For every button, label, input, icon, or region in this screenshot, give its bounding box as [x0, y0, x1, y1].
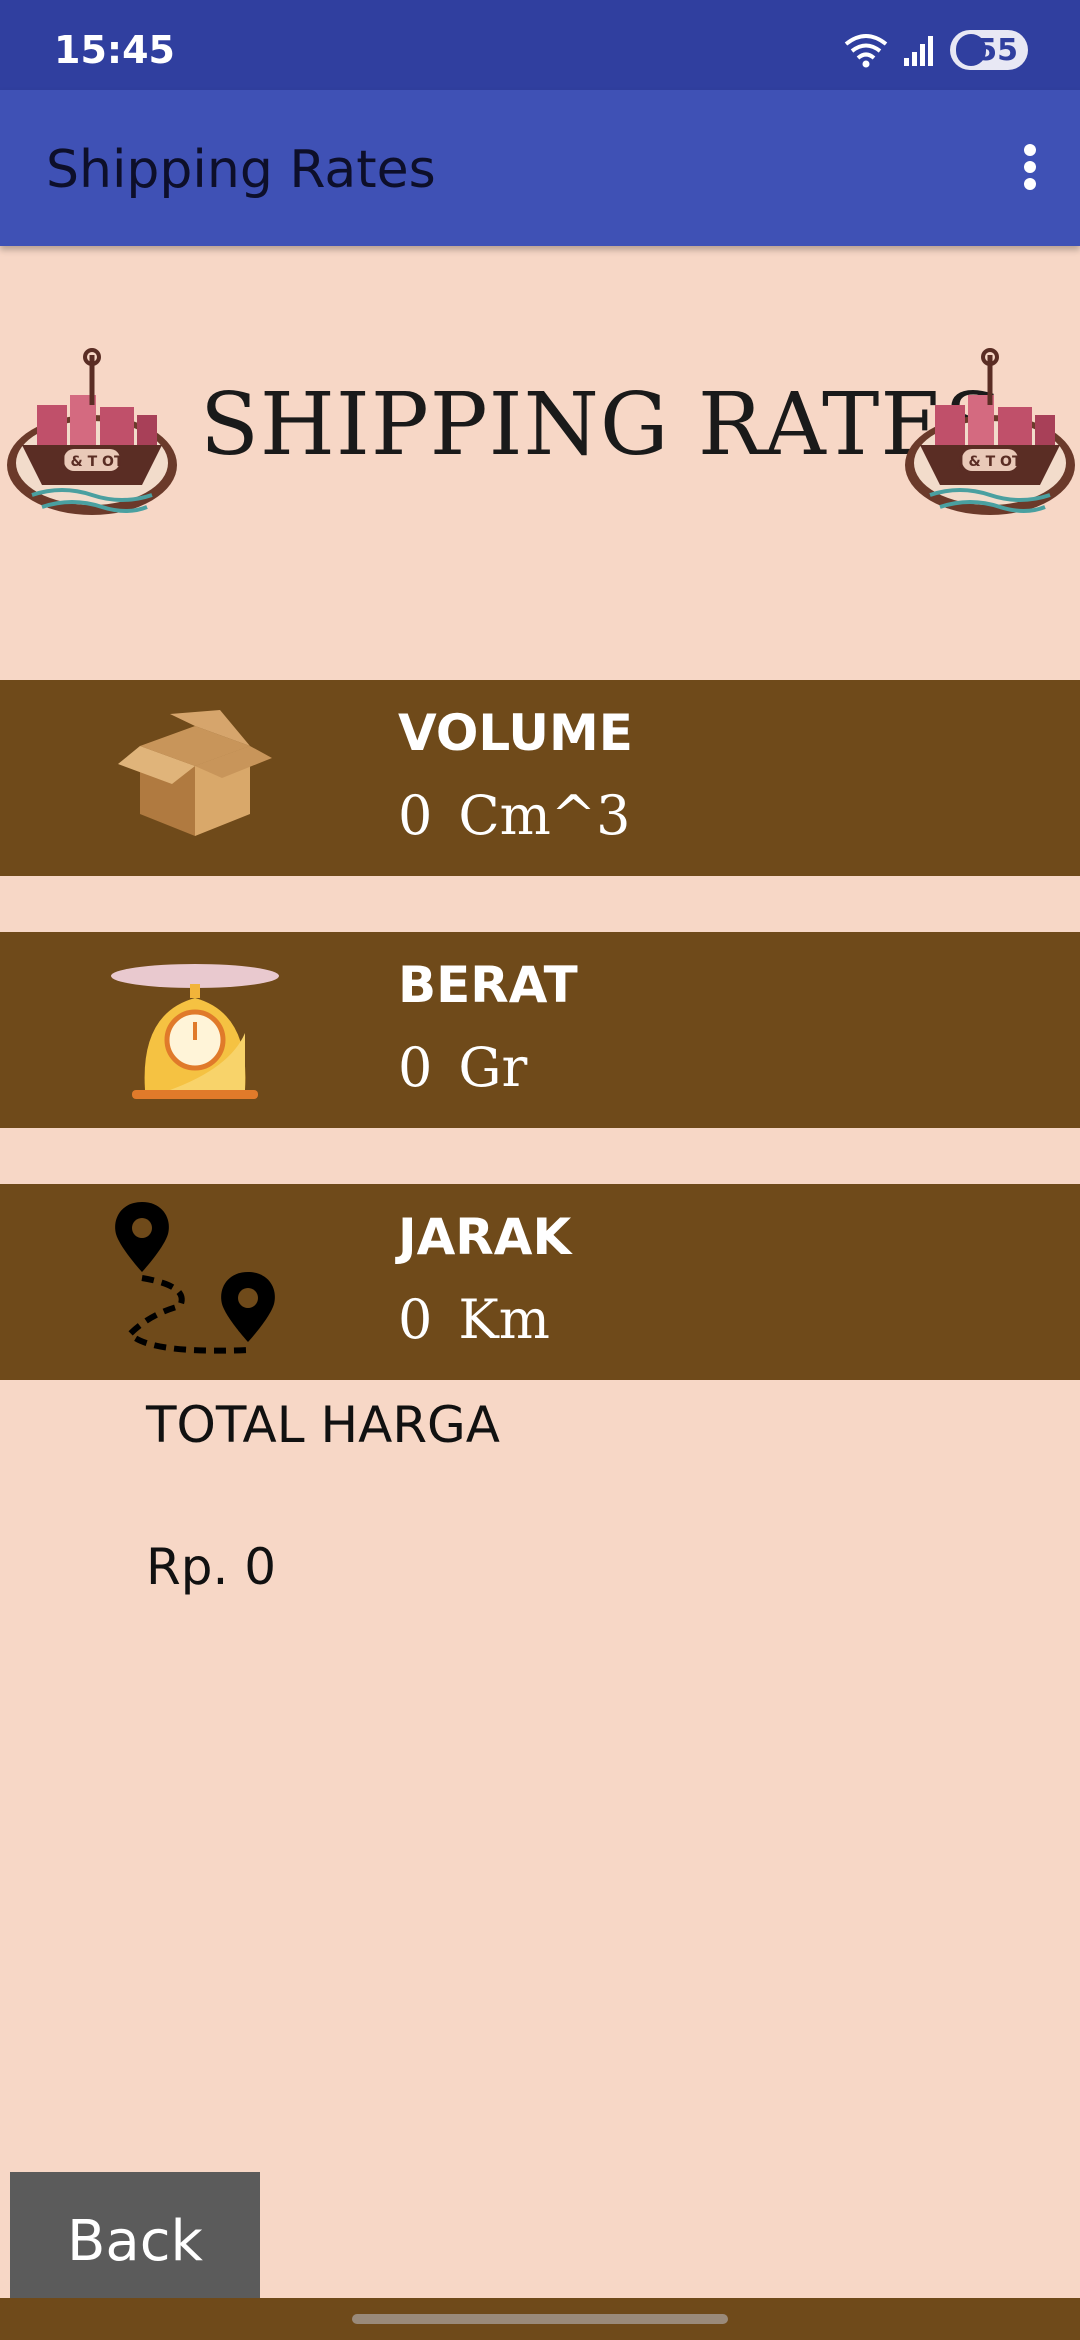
weight-label: BERAT [398, 956, 578, 1014]
app-title: Shipping Rates [46, 140, 436, 200]
header-row: J & T OT SHIPPING RATES J & T OT [0, 345, 1080, 535]
ship-logo-icon: J & T OT [905, 348, 1075, 515]
total-value: Rp. 0 [146, 1538, 277, 1596]
weight-unit: Gr [458, 1036, 528, 1099]
distance-row[interactable]: JARAK 0 Km [0, 1184, 1080, 1380]
volume-label: VOLUME [398, 704, 633, 762]
distance-label: JARAK [398, 1208, 572, 1266]
signal-icon [904, 36, 933, 66]
status-bar: 15:45 55 [0, 0, 1080, 90]
route-pin-icon [115, 1202, 275, 1354]
scale-icon [111, 964, 279, 1099]
weight-value-group: 0 Gr [398, 1036, 527, 1099]
volume-value: 0 [398, 784, 433, 847]
volume-unit: Cm^3 [458, 784, 631, 847]
distance-unit: Km [458, 1288, 550, 1351]
wifi-icon [844, 34, 888, 68]
app-bar: Shipping Rates [0, 90, 1080, 246]
total-label: TOTAL HARGA [146, 1396, 501, 1454]
distance-value-group: 0 Km [398, 1288, 550, 1351]
svg-text:J & T OT: J & T OT [59, 454, 123, 470]
more-vert-icon[interactable] [1010, 140, 1050, 200]
weight-value: 0 [398, 1036, 433, 1099]
battery-icon: 55 [950, 30, 1028, 70]
ship-logo-icon: J & T OT [7, 348, 177, 515]
battery-saver-icon [956, 34, 986, 66]
page-title: SHIPPING RATES [200, 375, 1005, 475]
status-time: 15:45 [54, 28, 175, 72]
distance-value: 0 [398, 1288, 433, 1351]
volume-value-group: 0 Cm^3 [398, 784, 630, 847]
status-icons: 55 [844, 28, 1028, 72]
back-button[interactable]: Back [10, 2172, 260, 2302]
weight-row[interactable]: BERAT 0 Gr [0, 932, 1080, 1128]
box-icon [118, 710, 272, 836]
navigation-bar [0, 2298, 1080, 2340]
svg-text:J & T OT: J & T OT [957, 454, 1021, 470]
home-handle[interactable] [352, 2314, 728, 2324]
volume-row[interactable]: VOLUME 0 Cm^3 [0, 680, 1080, 876]
